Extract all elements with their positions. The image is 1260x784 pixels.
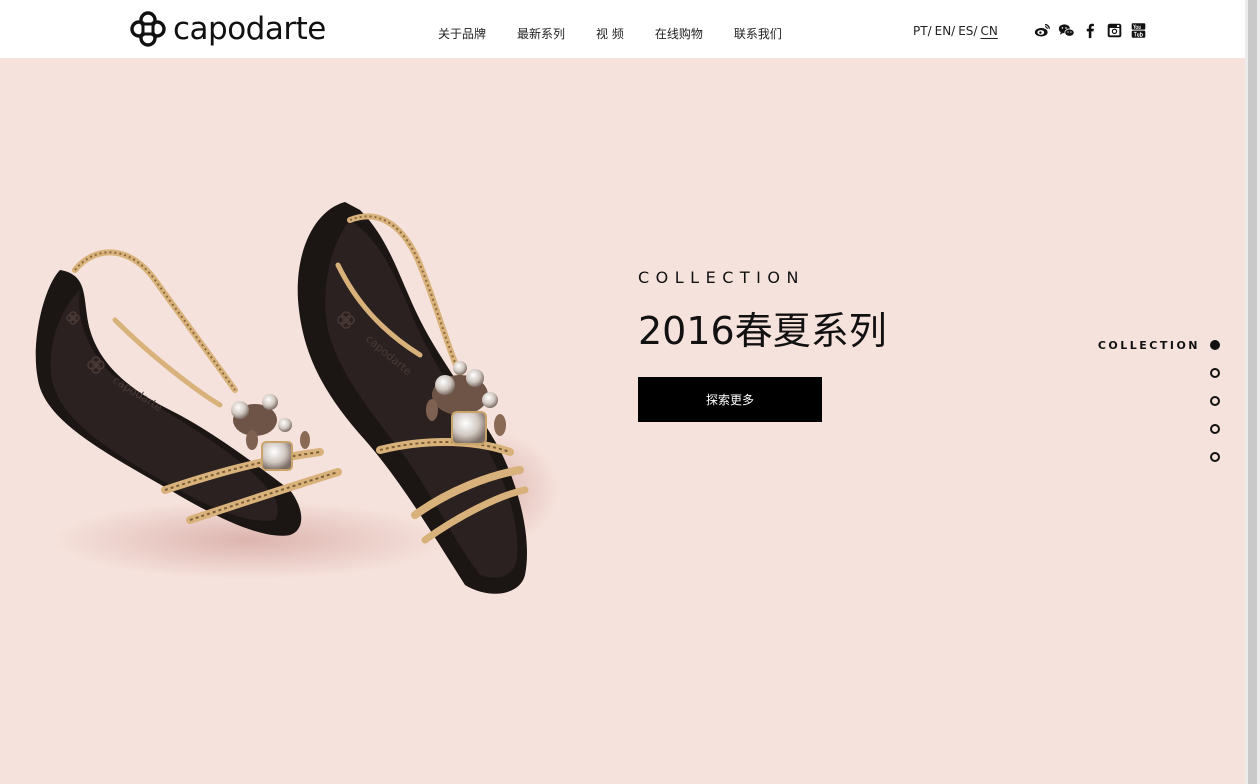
brand-name: capodarte [173,11,326,47]
language-switcher: PT/ EN/ ES/ CN [913,24,998,38]
weibo-icon[interactable] [1034,22,1051,39]
explore-more-button[interactable]: 探索更多 [638,377,822,422]
header: capodarte 关于品牌 最新系列 视 频 在线购物 联系我们 PT/ EN… [0,0,1245,58]
clover-logo-icon [130,11,166,47]
facebook-icon[interactable] [1082,22,1099,39]
instagram-icon[interactable] [1106,22,1123,39]
nav-item-shop[interactable]: 在线购物 [655,25,703,42]
pagination-item-5[interactable] [1210,449,1220,465]
pagination-item-1[interactable]: COLLECTION [1098,337,1220,353]
nav-item-about[interactable]: 关于品牌 [438,25,486,42]
page-scrollbar[interactable] [1245,0,1260,784]
pagination-dot-4[interactable] [1210,424,1220,434]
youtube-icon[interactable] [1130,22,1147,39]
hero-title: 2016春夏系列 [638,309,887,353]
lang-pt[interactable]: PT/ [913,24,932,38]
pagination-dot-1[interactable] [1210,340,1220,350]
pagination-dot-3[interactable] [1210,396,1220,406]
collection-label: COLLECTION [638,268,805,287]
social-links [1034,22,1147,39]
lang-es[interactable]: ES/ [958,24,977,38]
pagination-dot-2[interactable] [1210,368,1220,378]
pagination-active-label: COLLECTION [1097,338,1200,352]
brand-logo[interactable]: capodarte [129,10,326,48]
scrollbar-thumb[interactable] [1248,0,1257,784]
pagination-item-2[interactable] [1210,365,1220,381]
left-sandal: capodarte [35,249,342,536]
nav-item-contact[interactable]: 联系我们 [734,25,782,42]
lang-en[interactable]: EN/ [935,24,956,38]
pagination-dot-5[interactable] [1210,452,1220,462]
pagination-item-4[interactable] [1210,421,1220,437]
pagination-item-3[interactable] [1210,393,1220,409]
main-nav: 关于品牌 最新系列 视 频 在线购物 联系我们 [438,25,813,42]
lang-cn[interactable]: CN [980,24,997,38]
sandals-product-image: capodarte capodarte [35,202,560,594]
nav-item-latest[interactable]: 最新系列 [517,25,565,42]
wechat-icon[interactable] [1058,22,1075,39]
nav-item-video[interactable]: 视 频 [596,25,624,42]
